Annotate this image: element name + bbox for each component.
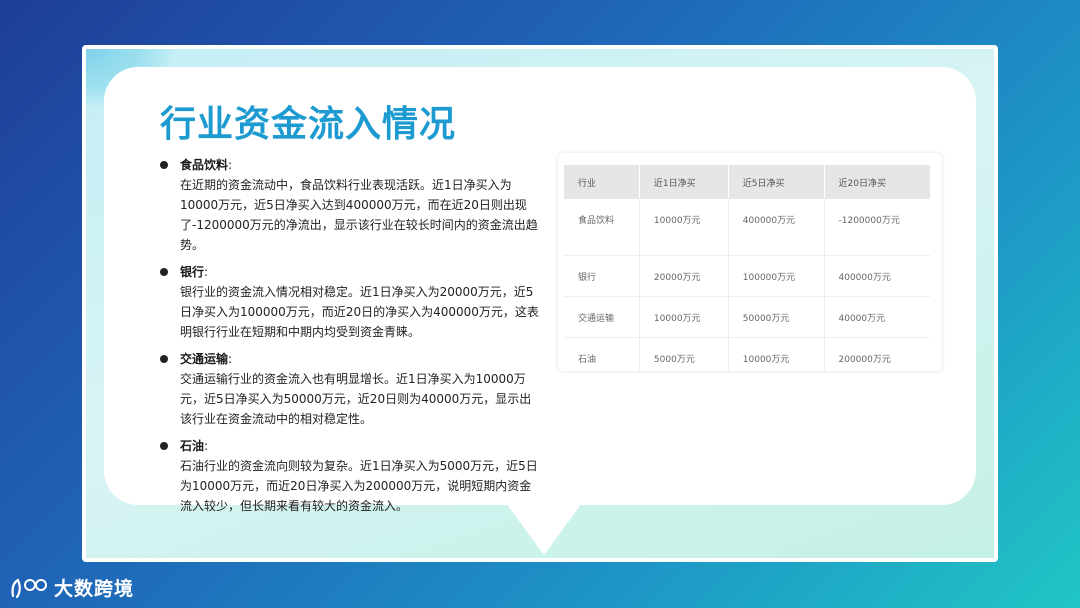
industry-name: 石油 [180, 439, 205, 453]
table-cell: 10000万元 [728, 337, 825, 371]
column-header: 近5日净买 [728, 165, 825, 199]
column-header: 近1日净买 [639, 165, 729, 199]
fund-flow-table: 行业 近1日净买 近5日净买 近20日净买 食品饮料 10000万元 40000… [564, 165, 930, 371]
table-row: 石油 5000万元 10000万元 200000万元 [564, 337, 930, 371]
industry-description: 银行业的资金流入情况相对稳定。近1日净买入为20000万元，近5日净买入为100… [180, 285, 539, 339]
table-row: 食品饮料 10000万元 400000万元 -1200000万元 [564, 199, 930, 256]
column-header: 近20日净买 [824, 165, 930, 199]
industry-name: 交通运输 [180, 352, 229, 366]
table-cell: -1200000万元 [824, 199, 930, 256]
table-cell: 100000万元 [728, 255, 825, 297]
slide-title: 行业资金流入情况 [160, 104, 457, 145]
table-cell: 200000万元 [838, 355, 891, 365]
table-cell: 石油 [564, 337, 640, 371]
industry-description: 在近期的资金流动中，食品饮料行业表现活跃。近1日净买入为10000万元，近5日净… [180, 178, 538, 252]
industry-points-list: 食品饮料: 在近期的资金流动中，食品饮料行业表现活跃。近1日净买入为10000万… [160, 155, 540, 523]
table-cell: 交通运输 [564, 296, 640, 338]
industry-name: 食品饮料 [180, 158, 229, 172]
list-item: 银行: 银行业的资金流入情况相对稳定。近1日净买入为20000万元，近5日净买入… [160, 262, 540, 342]
list-item: 石油: 石油行业的资金流向则较为复杂。近1日净买入为5000万元，近5日为100… [160, 436, 540, 516]
table-cell: 20000万元 [639, 255, 729, 297]
list-item: 食品饮料: 在近期的资金流动中，食品饮料行业表现活跃。近1日净买入为10000万… [160, 155, 540, 255]
table-header-row: 行业 近1日净买 近5日净买 近20日净买 [564, 165, 930, 199]
bullet-icon [160, 355, 168, 363]
bullet-icon [160, 161, 168, 169]
bullet-icon [160, 442, 168, 450]
column-header: 行业 [564, 165, 640, 199]
table-cell: 40000万元 [824, 296, 930, 338]
table-cell: 银行 [564, 255, 640, 297]
fund-flow-table-container: 行业 近1日净买 近5日净买 近20日净买 食品饮料 10000万元 40000… [558, 153, 942, 371]
industry-description: 交通运输行业的资金流入也有明显增长。近1日净买入为10000万元，近5日净买入为… [180, 372, 532, 426]
brand-logo-icon [11, 578, 47, 598]
colon: : [228, 158, 233, 172]
table-cell: 10000万元 [639, 199, 729, 256]
slide-frame: 行业资金流入情况 食品饮料: 在近期的资金流动中，食品饮料行业表现活跃。近1日净… [82, 45, 998, 562]
colon: : [228, 352, 233, 366]
colon: : [204, 439, 209, 453]
table-row: 交通运输 10000万元 50000万元 40000万元 [564, 296, 930, 338]
table-cell: 10000万元 [639, 296, 729, 338]
table-row: 银行 20000万元 100000万元 400000万元 [564, 255, 930, 297]
brand-logo: 大数跨境 [10, 574, 134, 601]
industry-name: 银行 [180, 265, 205, 279]
table-cell: 食品饮料 [564, 199, 640, 256]
table-cell: 400000万元 [728, 199, 825, 256]
table-cell: 50000万元 [728, 296, 825, 338]
list-item: 交通运输: 交通运输行业的资金流入也有明显增长。近1日净买入为10000万元，近… [160, 349, 540, 429]
table-cell: 400000万元 [824, 255, 930, 297]
brand-name: 大数跨境 [54, 578, 135, 600]
colon: : [204, 265, 209, 279]
bullet-icon [160, 268, 168, 276]
industry-description: 石油行业的资金流向则较为复杂。近1日净买入为5000万元，近5日为10000万元… [180, 459, 538, 513]
table-cell: 5000万元 [639, 337, 729, 371]
